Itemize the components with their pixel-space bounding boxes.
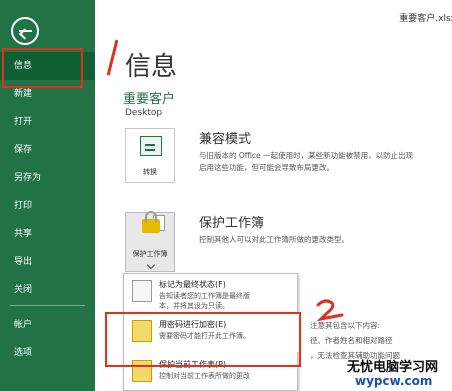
info-pane: 重要客户.xlsx 信息 重要客户 Desktop 转换 兼容模式 与旧版本的 … (95, 0, 452, 391)
mark-final-icon (132, 280, 152, 302)
nav-close[interactable]: 关闭 (0, 276, 95, 304)
compatibility-description: 与旧版本的 Office 一起使用时，某些新功能被禁用，以防止出现 启用这些功能… (199, 151, 414, 172)
convert-icon (140, 136, 162, 156)
nav-divider (10, 305, 85, 306)
nav-print[interactable]: 打印 (0, 192, 95, 220)
nav-account[interactable]: 帐户 (0, 311, 95, 339)
nav-share[interactable]: 共享 (0, 220, 95, 248)
annotation-mark-one (106, 39, 122, 77)
document-name: 重要客户.xlsx (399, 14, 452, 24)
watermark-title: 无忧电脑学习网 (347, 360, 439, 375)
protect-description: 控制其他人可以对此工作簿所做的更改类型。 (199, 235, 349, 244)
annotation-box-encrypt (105, 312, 301, 367)
nav-options[interactable]: 选项 (0, 339, 95, 367)
annotation-box-info (2, 48, 83, 88)
workbook-location: Desktop (125, 108, 163, 118)
nav-save[interactable]: 保存 (0, 136, 95, 164)
nav-save-as[interactable]: 另存为 (0, 164, 95, 192)
protect-workbook-label: 保护工作簿 (132, 250, 168, 258)
protect-title: 保护工作簿 (199, 216, 265, 231)
convert-button-label: 转换 (143, 168, 157, 176)
menu-item-description: 告知读者您的工作簿是最终版 本，并将其设为只读。 (159, 292, 250, 310)
nav-open[interactable]: 打开 (0, 108, 95, 136)
nav-export[interactable]: 导出 (0, 248, 95, 276)
menu-item-description: 控制对当前工作表所做的更改 (159, 372, 250, 380)
compatibility-title: 兼容模式 (199, 132, 252, 147)
convert-button[interactable]: 转换 (125, 128, 175, 183)
chevron-down-icon (146, 260, 156, 270)
backstage-nav: 信息 新建 打开 保存 另存为 打印 共享 导出 关闭 帐户 选项 (0, 52, 95, 367)
watermark-url: wypcw.com (355, 374, 433, 388)
menu-item-mark-final[interactable]: 标记为最终状态(F) 告知读者您的工作簿是最终版 本，并将其设为只读。 (124, 274, 299, 312)
annotation-mark-two (316, 299, 344, 322)
lock-icon (142, 211, 160, 233)
page-title: 信息 (125, 52, 178, 82)
protect-workbook-button[interactable]: 保护工作簿 (125, 211, 175, 272)
back-arrow-icon[interactable] (11, 17, 39, 45)
workbook-name: 重要客户 (123, 92, 176, 107)
menu-item-title: 标记为最终状态(F) (159, 280, 226, 289)
